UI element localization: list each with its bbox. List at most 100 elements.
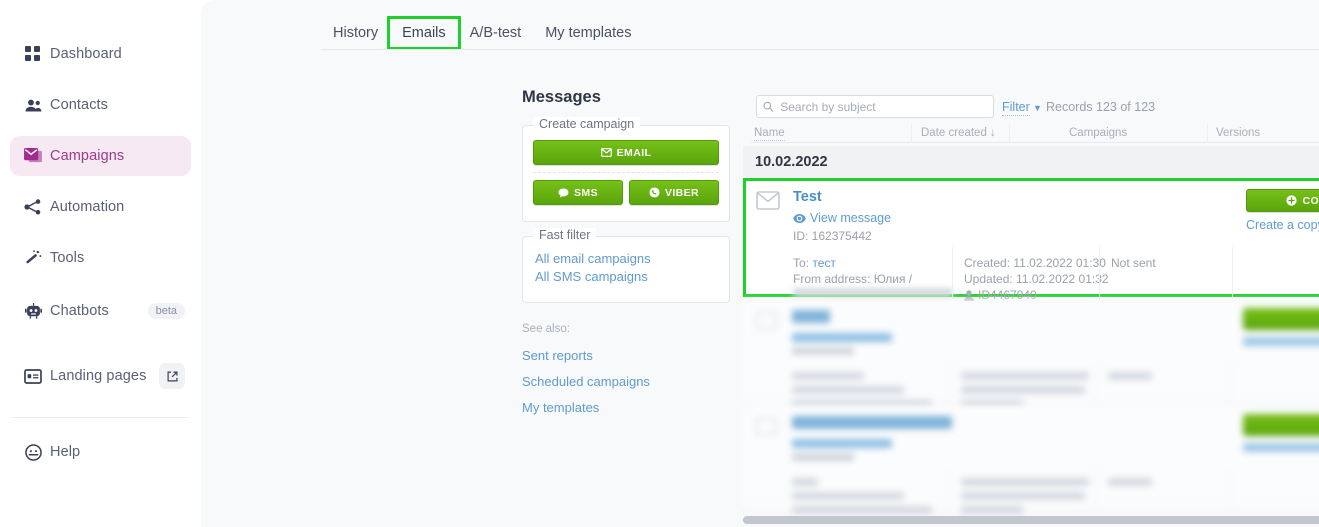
- robot-icon: [16, 302, 50, 320]
- tab-my-templates[interactable]: My templates: [533, 19, 643, 47]
- sidebar-item-label: Campaigns: [50, 147, 125, 164]
- row-created: [961, 372, 1089, 380]
- row-from-address: From address: Юлия /: [793, 272, 913, 286]
- chat-bubble-icon: [558, 187, 569, 198]
- row-id: [792, 347, 854, 355]
- people-icon: [16, 98, 50, 113]
- sidebar-item-automation[interactable]: Automation: [10, 187, 191, 227]
- table-row[interactable]: Test View message ID: 162375442 To: тест…: [743, 178, 1319, 302]
- sidebar-item-campaigns[interactable]: Campaigns: [10, 136, 191, 176]
- table-row[interactable]: [743, 406, 1319, 514]
- sidebar-item-help[interactable]: Help: [10, 432, 191, 472]
- chevron-down-icon[interactable]: ▼: [1033, 103, 1042, 113]
- sidebar-item-label: Dashboard: [50, 45, 122, 62]
- envelope-outline-icon: [755, 418, 777, 435]
- envelope-outline-icon: [756, 191, 780, 215]
- user-icon: [964, 289, 974, 301]
- create-a-copy-link[interactable]: [1243, 443, 1319, 452]
- help-icon: [16, 443, 50, 461]
- row-updated: [961, 492, 1085, 500]
- view-message-link[interactable]: View message: [793, 211, 891, 225]
- row-updated: [961, 386, 1085, 394]
- date-group-header: 10.02.2022: [743, 146, 1319, 177]
- envelope-outline-icon: [755, 312, 777, 329]
- page-title: Messages: [522, 88, 601, 106]
- tab-ab-test[interactable]: A/B-test: [458, 19, 534, 47]
- search-box[interactable]: [756, 95, 994, 118]
- date-group-label: 10.02.2022: [755, 153, 828, 170]
- create-email-campaign-button[interactable]: EMAIL: [533, 140, 719, 165]
- sidebar-item-chatbots[interactable]: Chatbots beta: [10, 291, 191, 331]
- envelope-stack-icon: [16, 147, 50, 165]
- create-a-copy-link[interactable]: Create a copy: [1246, 218, 1319, 232]
- row-recipient: [792, 372, 864, 380]
- row-from-address-redacted: [793, 288, 953, 297]
- see-also-my-templates[interactable]: My templates: [522, 400, 599, 415]
- create-sms-campaign-button[interactable]: SMS: [533, 180, 623, 205]
- cell-separator: [1232, 247, 1233, 297]
- external-link-icon[interactable]: [159, 363, 185, 389]
- row-to-value[interactable]: тест: [812, 256, 836, 270]
- continue-button[interactable]: [1243, 308, 1319, 330]
- eye-icon: [793, 213, 806, 223]
- share-nodes-icon: [16, 199, 50, 215]
- sidebar-item-label: Help: [50, 443, 81, 460]
- fast-filter-legend: Fast filter: [533, 228, 597, 242]
- sidebar-item-label: Chatbots: [50, 302, 109, 319]
- row-from-address: [792, 386, 904, 394]
- row-to-label: To:: [793, 256, 810, 270]
- sidebar-item-label: Contacts: [50, 96, 109, 113]
- column-header-date-created[interactable]: Date created ↓: [921, 127, 996, 139]
- viber-icon: [649, 187, 660, 198]
- sidebar-item-landing-pages[interactable]: Landing pages: [10, 352, 191, 400]
- status-badge: [1108, 372, 1152, 380]
- sidebar-item-dashboard[interactable]: Dashboard: [10, 34, 191, 74]
- column-header-name[interactable]: Name: [754, 127, 785, 141]
- beta-badge: beta: [147, 303, 185, 319]
- see-also-label: See also:: [522, 323, 570, 335]
- scrollbar-thumb[interactable]: [743, 516, 1319, 524]
- see-also-sent-reports[interactable]: Sent reports: [522, 348, 593, 363]
- row-title[interactable]: Test: [793, 189, 822, 205]
- row-from-address: [792, 492, 904, 500]
- horizontal-scrollbar[interactable]: [743, 516, 1319, 524]
- plus-circle-icon: [1286, 195, 1298, 206]
- fast-filter-all-email-campaigns[interactable]: All email campaigns: [535, 251, 651, 266]
- tab-history[interactable]: History: [321, 19, 390, 47]
- row-recipient: [792, 478, 818, 486]
- row-created: Created: 11.02.2022 01:30: [964, 256, 1106, 270]
- continue-button[interactable]: [1243, 414, 1319, 436]
- sidebar-item-tools[interactable]: Tools: [10, 238, 191, 278]
- cell-separator: [1229, 362, 1230, 402]
- sidebar-item-contacts[interactable]: Contacts: [10, 85, 191, 125]
- column-header-campaigns[interactable]: Campaigns: [1069, 127, 1127, 139]
- records-count: Records 123 of 123: [1046, 100, 1156, 114]
- row-id: [792, 453, 854, 461]
- view-message-link[interactable]: [792, 333, 892, 342]
- tab-bar-underline: [321, 49, 1319, 50]
- column-header-versions[interactable]: Versions: [1216, 127, 1260, 139]
- view-message-link[interactable]: [792, 439, 892, 448]
- row-title[interactable]: [792, 416, 952, 429]
- continue-label: CONTINUE: [1302, 194, 1319, 207]
- tab-emails[interactable]: Emails: [387, 16, 461, 50]
- continue-button[interactable]: CONTINUE: [1246, 189, 1319, 212]
- magic-wand-icon: [16, 249, 50, 267]
- create-viber-label: VIBER: [664, 186, 700, 199]
- cell-separator: [1099, 247, 1100, 297]
- row-updated: Updated: 11.02.2022 01:32: [964, 272, 1109, 286]
- search-input[interactable]: [778, 98, 987, 115]
- row-created: [961, 478, 1089, 486]
- see-also-scheduled-campaigns[interactable]: Scheduled campaigns: [522, 374, 650, 389]
- create-a-copy-link[interactable]: [1243, 337, 1319, 346]
- fast-filter-all-sms-campaigns[interactable]: All SMS campaigns: [535, 269, 648, 284]
- row-title[interactable]: [792, 310, 830, 323]
- sidebar: Dashboard Contacts Campaigns Automation …: [0, 0, 201, 527]
- fast-filter-panel: Fast filter All email campaigns All SMS …: [522, 228, 730, 303]
- row-from-address-redacted: [792, 506, 932, 514]
- cell-separator: [1096, 362, 1097, 402]
- filter-link[interactable]: Filter: [1002, 100, 1030, 116]
- create-viber-campaign-button[interactable]: VIBER: [629, 180, 719, 205]
- table-row[interactable]: [743, 300, 1319, 408]
- cell-separator: [1229, 468, 1230, 508]
